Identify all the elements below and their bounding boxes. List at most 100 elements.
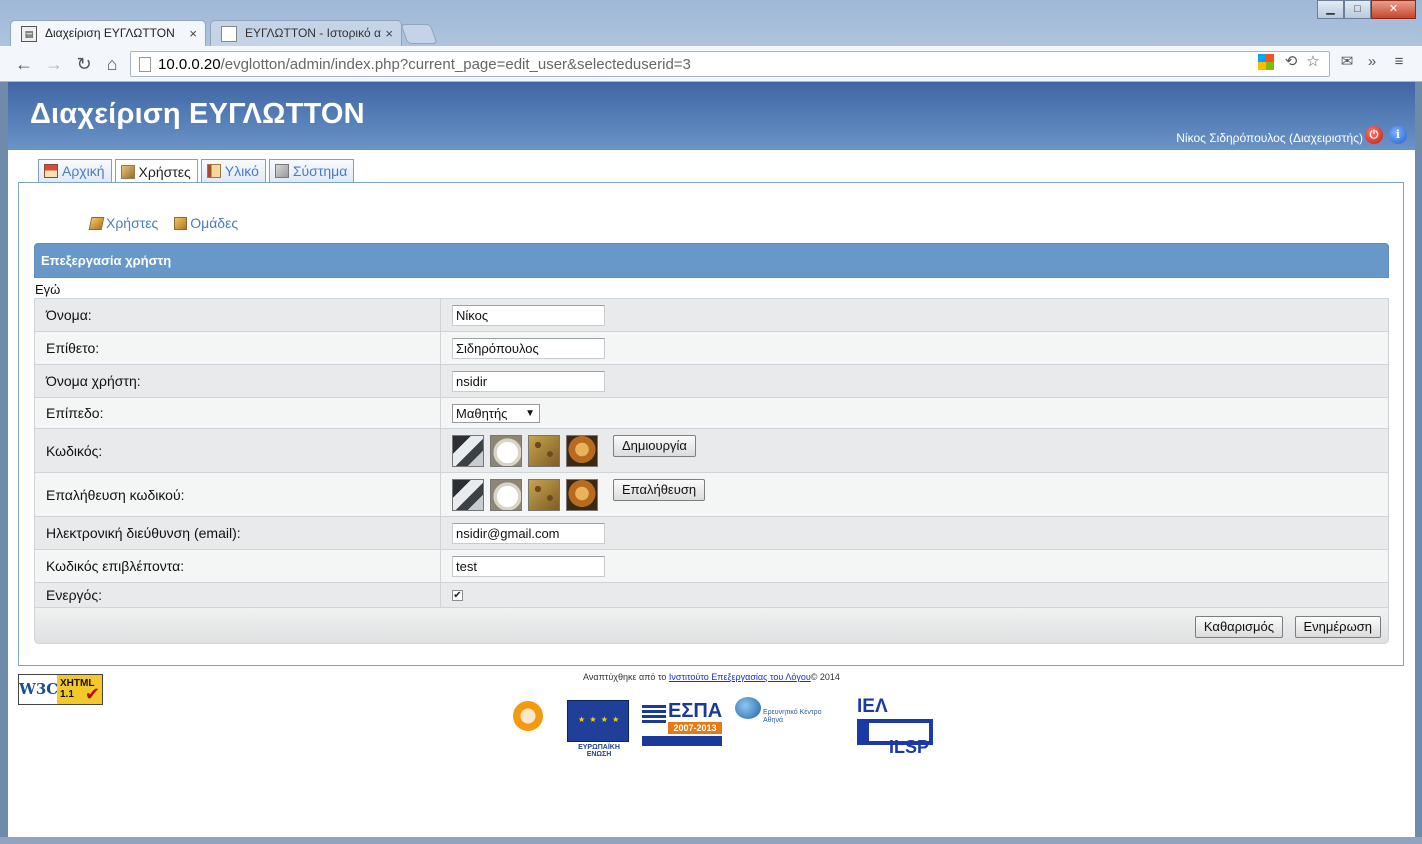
more-extensions-icon[interactable]: » <box>1362 52 1382 72</box>
new-tab-button[interactable] <box>400 24 438 44</box>
browser-tab-active[interactable]: ▤ Διαχείριση ΕΥΓΛΩΤΤΟΝ × <box>10 20 206 46</box>
tab-home[interactable]: Αρχική <box>38 159 112 182</box>
close-tab-icon[interactable]: × <box>189 21 197 46</box>
browser-tab-history[interactable]: ΕΥΓΛΩΤΤΟΝ - Ιστορικό α × <box>210 20 402 46</box>
back-arrow-icon[interactable]: ← <box>12 52 36 76</box>
active-cell: ✔ <box>440 582 1389 608</box>
form-row-password-confirm: Επαλήθευση κωδικού: Επαλήθευση <box>34 472 1389 517</box>
level-select[interactable]: Μαθητής ▼ <box>452 403 540 423</box>
address-url: 10.0.0.20/evglotton/admin/index.php?curr… <box>158 56 691 73</box>
ilsp-logo: ΙΕΛ ILSP <box>857 697 937 759</box>
program-logo <box>503 701 553 757</box>
last-name-input[interactable] <box>452 337 605 359</box>
subnav-groups-link[interactable]: Ομάδες <box>174 215 238 231</box>
espa-logo: ΕΣΠΑ 2007-2013 <box>642 700 722 748</box>
home-icon[interactable]: ⌂ <box>100 52 124 76</box>
reload-icon[interactable]: ↻ <box>72 52 96 76</box>
logout-power-icon[interactable]: ⏻ <box>1365 126 1383 144</box>
bookmark-star-icon[interactable]: ☆ <box>1303 52 1323 72</box>
polar-bear-picture[interactable] <box>490 434 522 467</box>
groups-icon <box>174 216 188 230</box>
form-heading: Επεξεργασία χρήστη <box>34 243 1389 278</box>
form-row-supervisor-code: Κωδικός επιβλέποντα: <box>34 549 1389 583</box>
lion-picture[interactable] <box>566 478 598 511</box>
tab-system[interactable]: Σύστημα <box>268 159 355 182</box>
credits-line: Αναπτύχθηκε από το Ινστιτούτο Επεξεργασί… <box>8 672 1415 682</box>
password-confirm-picture-sequence: Επαλήθευση <box>452 473 1377 516</box>
main-tabs: Αρχική Χρήστες Υλικό Σύστημα <box>38 159 355 183</box>
espa-logo-bar <box>642 736 722 746</box>
house-icon <box>44 164 58 178</box>
form-row-username: Όνομα χρήστη: <box>34 364 1389 398</box>
verify-password-button[interactable]: Επαλήθευση <box>613 478 706 501</box>
users-icon <box>120 164 135 179</box>
athena-emblem-icon <box>735 697 761 719</box>
password-picture-sequence: Δημιουργία <box>452 429 1377 472</box>
ilsp-logo-latin: ILSP <box>889 737 930 757</box>
tools-icon <box>274 164 289 178</box>
sync-arrows-icon[interactable]: ⟲ <box>1281 52 1301 72</box>
close-window-button[interactable]: ✕ <box>1371 0 1416 19</box>
edit-user-form: Επεξεργασία χρήστη Εγώ Όνομα: Επίθετο: Ό… <box>34 243 1389 644</box>
tab-home-label: Αρχική <box>62 163 105 179</box>
page-viewport: Διαχείριση ΕΥΓΛΩΤΤΟΝ Νίκος Σιδηρόπουλος … <box>8 82 1415 837</box>
page-favicon-icon <box>221 26 237 42</box>
chevron-down-icon: ▼ <box>525 407 535 419</box>
espa-wave-icon <box>642 703 666 723</box>
subnav-groups-label: Ομάδες <box>190 215 239 231</box>
leopard-picture[interactable] <box>528 434 560 467</box>
penguins-picture[interactable] <box>452 434 484 467</box>
supervisor-code-label: Κωδικός επιβλέποντα: <box>34 549 441 583</box>
program-logo-emblem <box>513 701 543 731</box>
athena-logo-title: Ερευνητικό Κέντρο Αθηνά <box>763 709 822 724</box>
tab-users-label: Χρήστες <box>138 163 191 180</box>
w3c-xhtml-badge[interactable]: W3C XHTML 1.1 ✔ <box>18 674 103 705</box>
ilsp-link[interactable]: Ινστιτούτο Επεξεργασίας του Λόγου <box>669 672 811 682</box>
window-bottom-border <box>0 837 1422 844</box>
extension-colorful-icon[interactable] <box>1258 54 1274 70</box>
create-password-button[interactable]: Δημιουργία <box>613 434 696 457</box>
tab-users[interactable]: Χρήστες <box>114 159 198 183</box>
supervisor-code-input[interactable] <box>452 555 605 577</box>
athena-logo-caption: Ερευνητικό Κέντρο Αθηνά <box>763 709 843 725</box>
polar-bear-picture[interactable] <box>490 478 522 511</box>
forward-arrow-icon[interactable]: → <box>42 52 66 76</box>
first-name-input[interactable] <box>452 304 605 326</box>
maximize-button[interactable]: □ <box>1344 0 1371 19</box>
address-bar[interactable]: 10.0.0.20/evglotton/admin/index.php?curr… <box>130 51 1330 77</box>
app-title: Διαχείριση ΕΥΓΛΩΤΤΟΝ <box>30 98 365 130</box>
window-controls: ▁ □ ✕ <box>1317 0 1416 20</box>
ilsp-logo-greek: ΙΕΛ <box>857 696 888 717</box>
tab-material[interactable]: Υλικό <box>200 159 266 182</box>
update-button[interactable]: Ενημέρωση <box>1294 616 1381 638</box>
browser-tabstrip: ▤ Διαχείριση ΕΥΓΛΩΤΤΟΝ × ΕΥΓΛΩΤΤΟΝ - Ιστ… <box>0 0 1422 46</box>
espa-logo-years: 2007-2013 <box>668 722 722 734</box>
gmail-envelope-icon[interactable]: ✉ <box>1337 52 1357 72</box>
browser-tab-title: ΕΥΓΛΩΤΤΟΝ - Ιστορικό α <box>245 26 381 40</box>
close-tab-icon[interactable]: × <box>385 21 393 46</box>
subnav-users-link[interactable]: Χρήστες <box>88 215 158 231</box>
form-actions: Καθαρισμός Ενημέρωση <box>34 608 1389 644</box>
w3c-label: W3C <box>19 675 58 704</box>
penguins-picture[interactable] <box>452 478 484 511</box>
info-icon[interactable]: i <box>1389 126 1407 144</box>
active-checkbox[interactable]: ✔ <box>452 589 463 601</box>
clear-button[interactable]: Καθαρισμός <box>1194 616 1283 638</box>
username-input[interactable] <box>452 370 605 392</box>
lion-picture[interactable] <box>566 434 598 467</box>
menu-hamburger-icon[interactable]: ≡ <box>1389 52 1409 72</box>
form-row-password: Κωδικός: Δημιουργία <box>34 428 1389 473</box>
level-label: Επίπεδο: <box>34 397 441 429</box>
password-confirm-label: Επαλήθευση κωδικού: <box>34 472 441 517</box>
form-row-level: Επίπεδο: Μαθητής ▼ <box>34 397 1389 429</box>
eu-flag-icon <box>567 700 629 742</box>
leopard-picture[interactable] <box>528 478 560 511</box>
form-row-last-name: Επίθετο: <box>34 331 1389 365</box>
email-input[interactable] <box>452 522 605 544</box>
level-selected-value: Μαθητής <box>456 405 508 421</box>
credits-prefix: Αναπτύχθηκε από το <box>583 672 669 682</box>
eu-logo: ΕΥΡΩΠΑΪΚΗ ΕΝΩΣΗ <box>567 700 631 758</box>
program-logo-caption <box>503 733 553 739</box>
last-name-label: Επίθετο: <box>34 331 441 365</box>
minimize-button[interactable]: ▁ <box>1317 0 1344 19</box>
